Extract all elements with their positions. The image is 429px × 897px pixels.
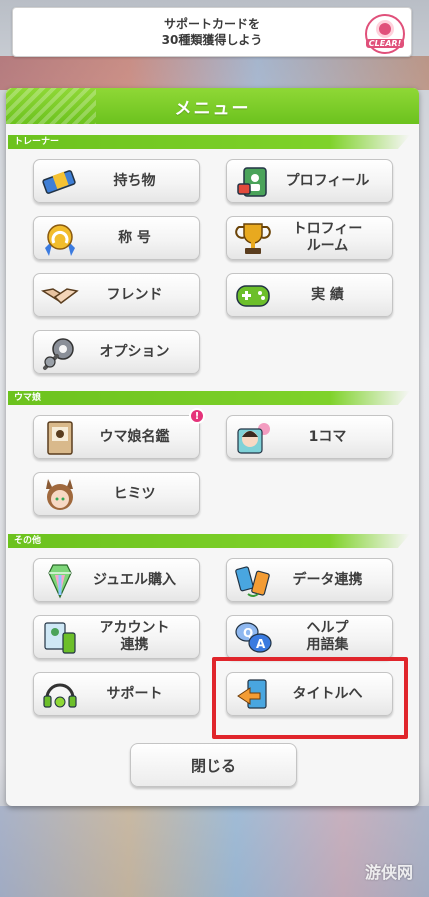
mission-banner[interactable]: サポートカードを 30種類獲得しよう CLEAR! — [12, 7, 412, 57]
jewel-purchase-label: ジュエル購入 — [92, 571, 177, 588]
profile-button[interactable]: プロフィール — [226, 159, 393, 203]
option-button[interactable]: オプション — [33, 330, 200, 374]
ring-icon — [376, 20, 394, 38]
clear-badge-label: CLEAR! — [365, 39, 405, 48]
handshake-icon — [40, 276, 80, 316]
section-uma: ウマ娘 — [8, 391, 410, 405]
character-portrait-icon — [233, 418, 273, 458]
uma-encyclopedia-label: ウマ娘名鑑 — [99, 428, 170, 445]
option-label: オプション — [99, 343, 170, 360]
watermark: 游侠网 — [364, 863, 413, 882]
trophy-icon — [233, 219, 273, 259]
gear-icon — [40, 333, 80, 373]
one-koma-button[interactable]: 1コマ — [226, 415, 393, 459]
data-link-button[interactable]: データ連携 — [226, 558, 393, 602]
jewel-icon — [40, 561, 80, 601]
ticket-icon — [40, 162, 80, 202]
headset-icon — [40, 675, 80, 715]
svg-text:A: A — [256, 637, 266, 651]
mission-text: サポートカードを 30種類獲得しよう — [161, 17, 263, 47]
help-glossary-button[interactable]: QA ヘルプ 用語集 — [226, 615, 393, 659]
friend-button[interactable]: フレンド — [33, 273, 200, 317]
section-trainer: トレーナー — [8, 135, 410, 149]
support-button[interactable]: サポート — [33, 672, 200, 716]
section-uma-label: ウマ娘 — [14, 393, 42, 403]
friend-label: フレンド — [106, 286, 163, 303]
close-button[interactable]: 閉じる — [130, 743, 297, 787]
data-link-label: データ連携 — [292, 571, 363, 588]
background-bottom-nav — [0, 806, 429, 897]
phones-sync-icon — [233, 561, 273, 601]
clear-badge-icon: CLEAR! — [365, 14, 405, 54]
section-trainer-label: トレーナー — [14, 137, 60, 147]
title-label: 称 号 — [118, 229, 151, 246]
title-button[interactable]: 称 号 — [33, 216, 200, 260]
items-label: 持ち物 — [113, 172, 156, 189]
account-link-button[interactable]: アカウント 連携 — [33, 615, 200, 659]
book-icon — [40, 418, 80, 458]
section-other-label: その他 — [14, 536, 42, 546]
help-glossary-label: ヘルプ 用語集 — [306, 620, 349, 653]
horseshoe-medal-icon — [40, 219, 80, 259]
to-title-label: タイトルへ — [292, 685, 363, 702]
menu-header: メニュー — [6, 88, 419, 124]
menu-title: メニュー — [174, 98, 251, 119]
jewel-purchase-button[interactable]: ジュエル購入 — [33, 558, 200, 602]
achievement-button[interactable]: 実 績 — [226, 273, 393, 317]
to-title-button[interactable]: タイトルへ — [226, 672, 393, 716]
notification-badge: ! — [189, 408, 205, 424]
profile-card-icon — [233, 162, 273, 202]
gamepad-icon — [233, 276, 273, 316]
uma-character-icon — [40, 475, 80, 515]
background-banner-strip — [0, 56, 429, 90]
trophy-room-label: トロフィー ルーム — [292, 221, 363, 254]
secret-label: ヒミツ — [113, 485, 156, 502]
uma-encyclopedia-button[interactable]: ウマ娘名鑑 ! — [33, 408, 205, 459]
section-other: その他 — [8, 534, 410, 548]
support-label: サポート — [106, 685, 163, 702]
account-phone-icon — [40, 618, 80, 658]
qa-bubble-icon: QA — [233, 618, 273, 658]
account-link-label: アカウント 連携 — [99, 620, 170, 653]
profile-label: プロフィール — [285, 172, 370, 189]
one-koma-label: 1コマ — [308, 428, 347, 445]
exit-door-icon — [233, 675, 273, 715]
items-button[interactable]: 持ち物 — [33, 159, 200, 203]
secret-button[interactable]: ヒミツ — [33, 472, 200, 516]
trophy-room-button[interactable]: トロフィー ルーム — [226, 216, 393, 260]
achievement-label: 実 績 — [311, 286, 344, 303]
